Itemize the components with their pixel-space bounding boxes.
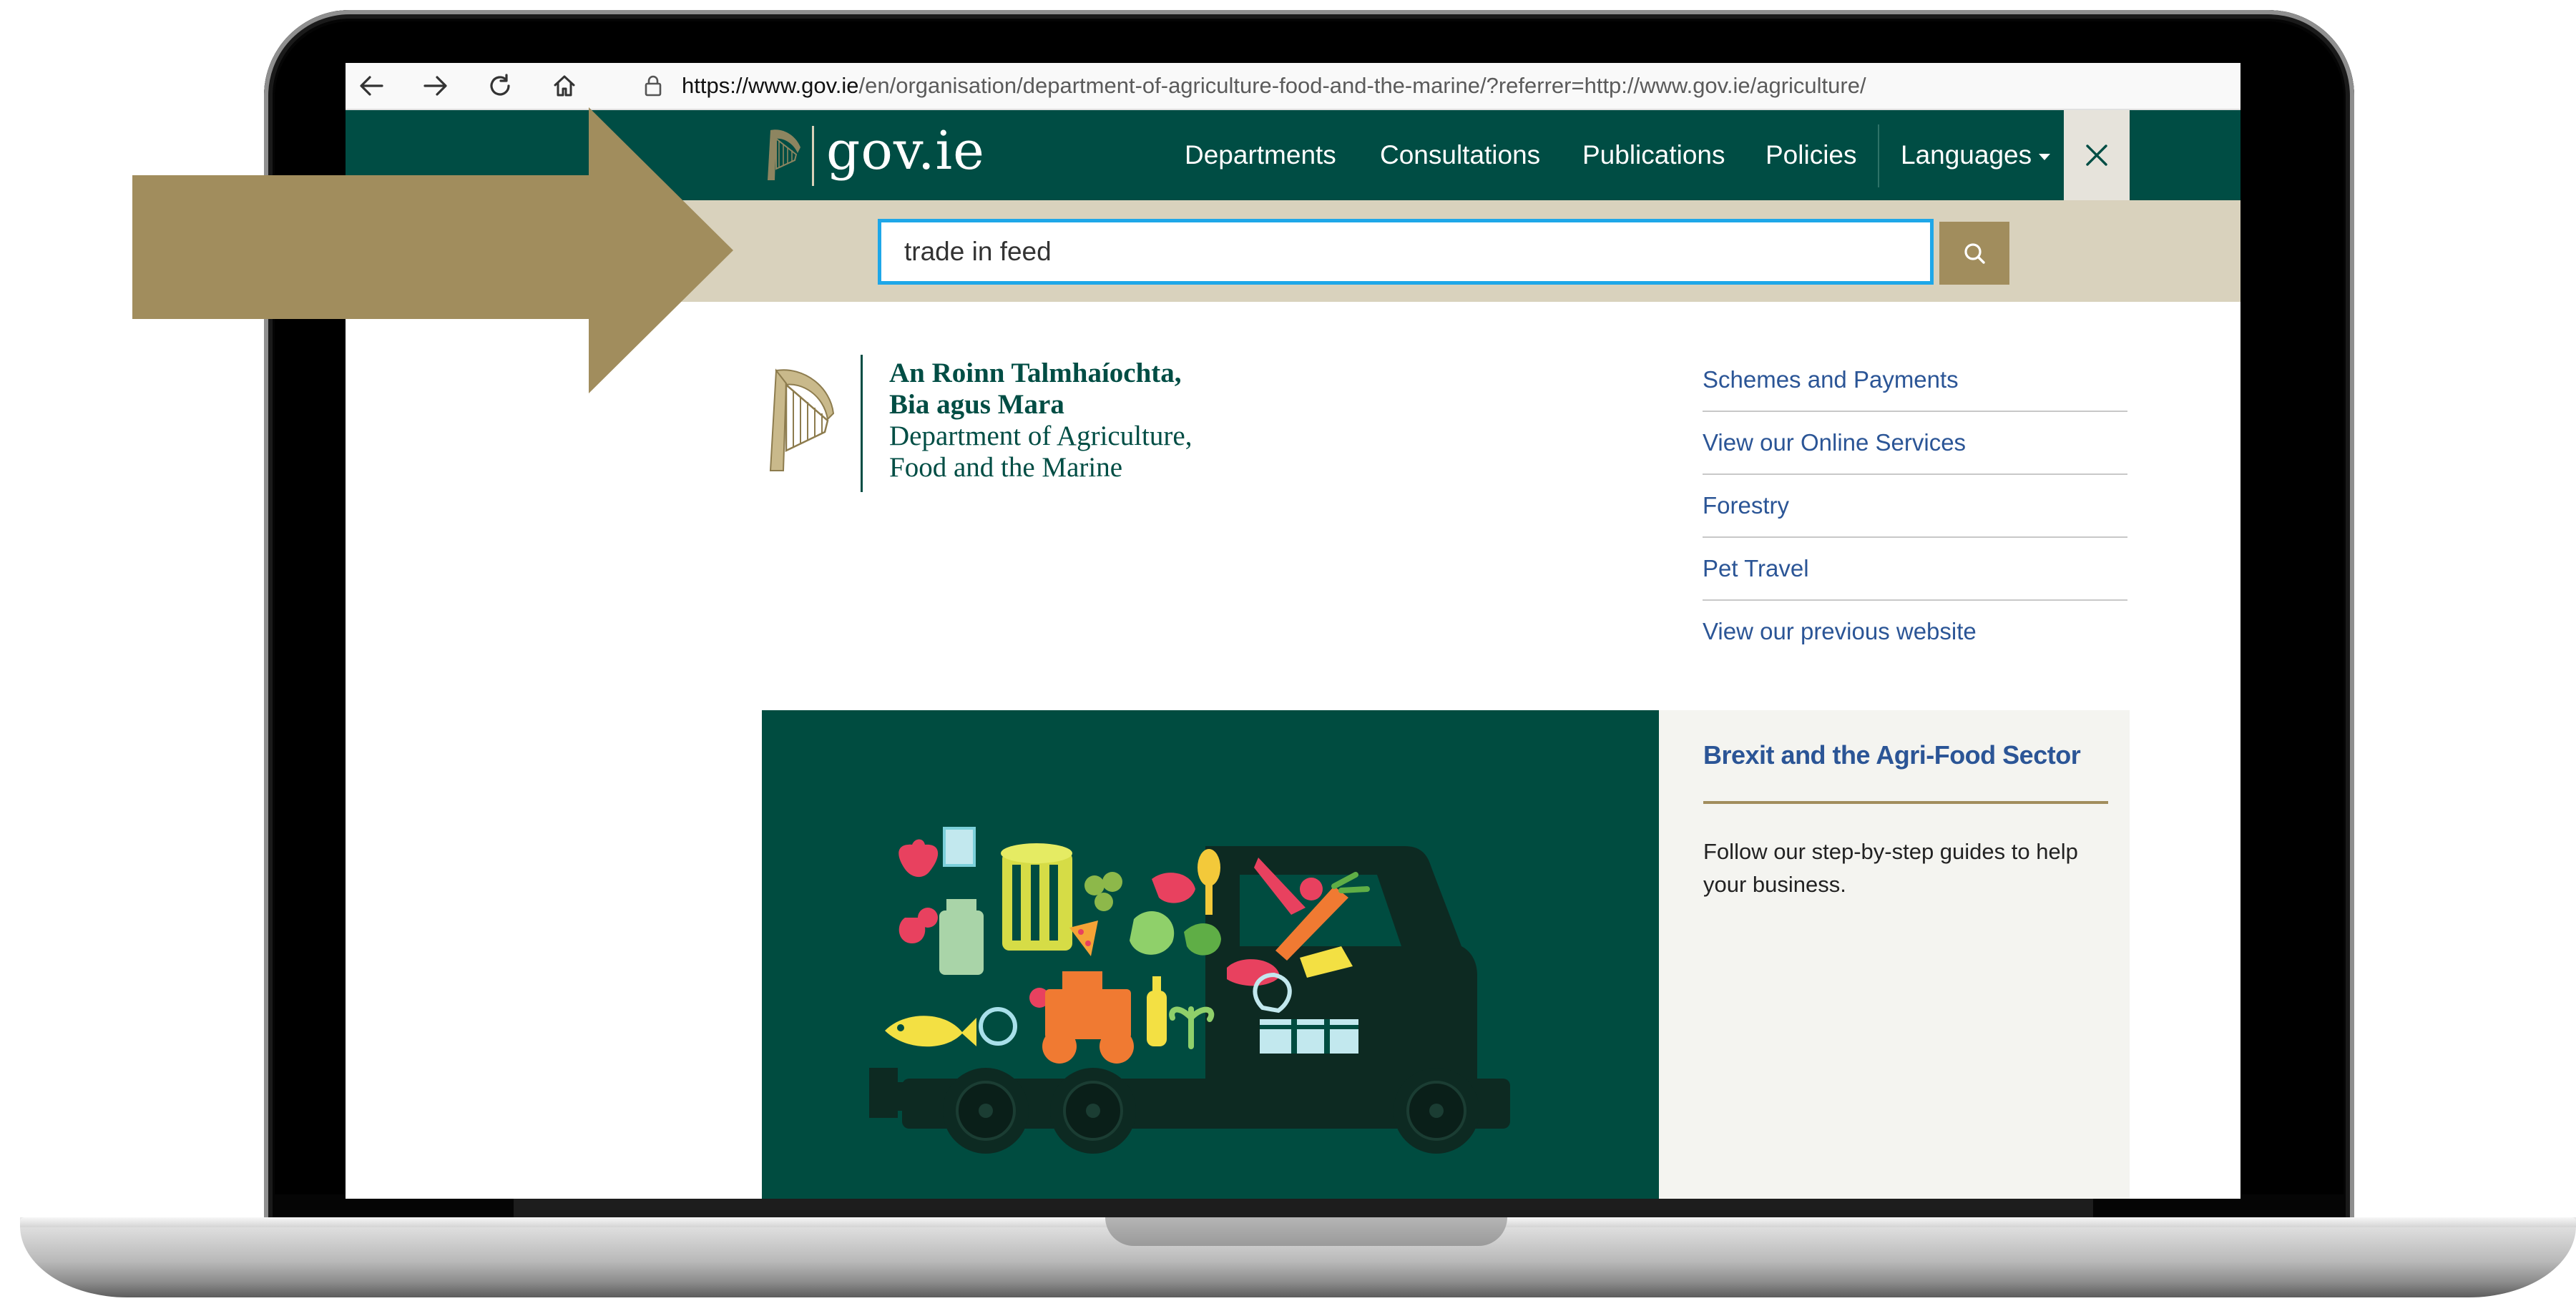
address-bar[interactable]: https://www.gov.ie/en/organisation/depar…: [682, 66, 1866, 106]
forward-arrow-icon: [423, 76, 447, 96]
quick-links-list: Schemes and Payments View our Online Ser…: [1703, 349, 2127, 662]
url-host: https://www.gov.ie: [682, 73, 859, 98]
link-schemes-and-payments[interactable]: Schemes and Payments: [1703, 349, 2127, 412]
nav-consultations[interactable]: Consultations: [1380, 110, 1540, 200]
feature-divider: [1703, 801, 2108, 804]
nav-publications[interactable]: Publications: [1582, 110, 1725, 200]
close-icon: [2086, 144, 2107, 166]
laptop-notch: [1105, 1217, 1507, 1246]
brexit-agri-food-illustration[interactable]: [762, 710, 1659, 1199]
logo-divider: [812, 126, 814, 186]
nav-policies[interactable]: Policies: [1766, 110, 1857, 200]
department-harp-emblem-icon: [769, 368, 835, 471]
url-path: /en/organisation/department-of-agricultu…: [858, 73, 1866, 98]
home-button[interactable]: [543, 67, 586, 104]
nav-languages-dropdown[interactable]: Languages: [1901, 110, 2051, 200]
department-name-irish-1: An Roinn Talmhaíochta,: [889, 358, 1182, 388]
harp-logo-icon: [768, 129, 800, 180]
search-button[interactable]: [1939, 222, 2009, 285]
caret-down-icon: [2039, 153, 2051, 160]
nav-separator: [1878, 124, 1879, 187]
feature-title-link[interactable]: Brexit and the Agri-Food Sector: [1703, 740, 2111, 770]
forward-button[interactable]: [414, 67, 457, 104]
close-search-button[interactable]: [2064, 110, 2130, 200]
reload-button[interactable]: [479, 67, 521, 104]
back-arrow-icon: [360, 76, 383, 96]
search-input[interactable]: [878, 219, 1934, 285]
link-pet-travel[interactable]: Pet Travel: [1703, 538, 2127, 601]
pointer-arrow-icon: [132, 107, 733, 393]
browser-toolbar: https://www.gov.ie/en/organisation/depar…: [346, 63, 2240, 110]
back-button[interactable]: [350, 67, 393, 104]
link-online-services[interactable]: View our Online Services: [1703, 412, 2127, 475]
department-name: An Roinn Talmhaíochta, Bia agus Mara Dep…: [889, 358, 1192, 483]
nav-departments[interactable]: Departments: [1185, 110, 1336, 200]
department-name-english-2: Food and the Marine: [889, 452, 1123, 483]
link-forestry[interactable]: Forestry: [1703, 475, 2127, 538]
department-divider: [861, 355, 863, 492]
reload-icon: [490, 74, 510, 96]
gov-ie-logo[interactable]: gov.ie: [826, 119, 985, 183]
search-icon: [1964, 243, 1985, 264]
department-name-english-1: Department of Agriculture,: [889, 421, 1192, 451]
home-icon: [554, 75, 575, 97]
feature-card: Brexit and the Agri-Food Sector Follow o…: [1659, 710, 2130, 1199]
laptop-hinge: [514, 1199, 2093, 1217]
department-name-irish-2: Bia agus Mara: [889, 389, 1064, 420]
lock-icon: [638, 70, 668, 102]
feature-description: Follow our step-by-step guides to help y…: [1703, 839, 2078, 897]
food-truck-illustration: [869, 827, 1510, 1154]
link-previous-website[interactable]: View our previous website: [1703, 601, 2127, 662]
languages-label: Languages: [1901, 140, 2032, 170]
